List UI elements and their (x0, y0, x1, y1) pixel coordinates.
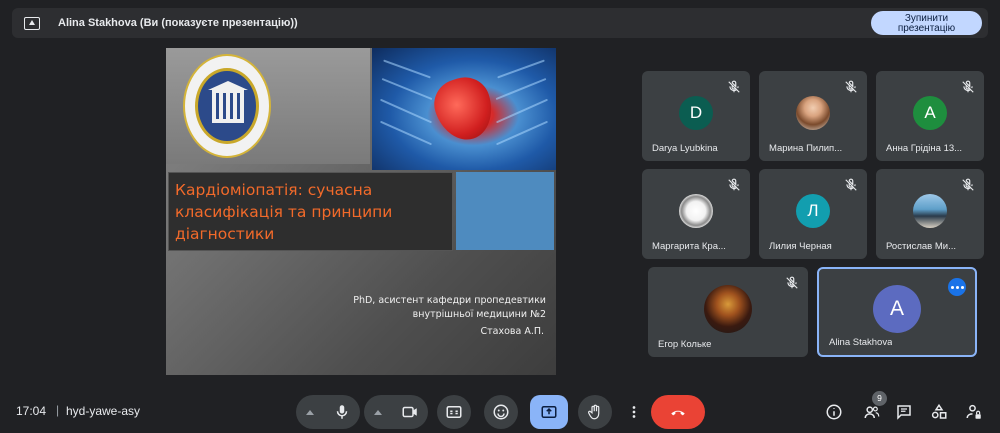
presentation-slide: Кардіоміопатія: сучасна класифікація та … (166, 48, 556, 375)
meeting-details-button[interactable] (822, 400, 846, 424)
hand-icon (588, 404, 600, 420)
info-icon (826, 404, 842, 420)
captions-button[interactable] (437, 395, 471, 429)
lock-person-icon (966, 404, 981, 419)
microphone-control[interactable] (296, 395, 360, 429)
participant-tile[interactable]: Егор Кольке (648, 267, 808, 357)
stop-presenting-button[interactable]: Зупинити презентацію (871, 11, 982, 35)
presentation-banner: Alina Stakhova (Ви (показуєте презентаці… (12, 8, 988, 38)
heart-icon (427, 70, 501, 148)
chat-icon (897, 405, 911, 420)
participant-name: Alina Stakhova (829, 337, 893, 348)
host-controls-button[interactable] (962, 400, 986, 424)
hang-up-icon (671, 410, 685, 416)
reactions-button[interactable] (484, 395, 518, 429)
stop-label-line2: презентацію (897, 23, 956, 34)
chat-button[interactable] (892, 400, 916, 424)
participant-name: Егор Кольке (658, 339, 712, 350)
emoji-icon (493, 404, 509, 420)
presenter-title: Alina Stakhova (Ви (показуєте презентаці… (58, 17, 298, 29)
end-call-button[interactable] (651, 395, 705, 429)
slide-title: Кардіоміопатія: сучасна класифікація та … (175, 181, 393, 243)
captions-icon (446, 406, 462, 418)
mic-off-icon (845, 178, 857, 191)
user-photo-avatar (796, 96, 830, 131)
heart-anatomy-image (372, 48, 556, 170)
activities-button[interactable] (927, 400, 951, 424)
raise-hand-button[interactable] (578, 395, 612, 429)
avatar: A (913, 96, 947, 131)
mic-off-icon (786, 276, 798, 289)
avatar: A (873, 285, 921, 334)
shapes-icon (931, 403, 947, 419)
slide-accent-block (456, 172, 554, 250)
author-name: Стахова А.П. (480, 326, 544, 337)
slide-author-info: PhD, асистент кафедри пропедевтики внутр… (286, 294, 546, 322)
chevron-up-icon[interactable] (306, 409, 314, 415)
mic-off-icon (728, 178, 740, 191)
mic-off-icon (845, 80, 857, 93)
user-photo-avatar (679, 194, 713, 229)
participants-count-badge: 9 (872, 391, 887, 406)
avatar: D (679, 96, 713, 131)
participant-tile[interactable]: Марина Пилип... (759, 71, 867, 161)
participant-name: Лилия Черная (769, 241, 832, 252)
slide-title-box: Кардіоміопатія: сучасна класифікація та … (168, 172, 453, 251)
author-line-1: PhD, асистент кафедри пропедевтики (353, 295, 546, 306)
microphone-icon[interactable] (333, 403, 351, 421)
participant-tile[interactable]: Л Лилия Черная (759, 169, 867, 259)
chevron-up-icon[interactable] (374, 409, 382, 415)
participant-tile[interactable]: D Darya Lyubkina (642, 71, 750, 161)
participant-name: Анна Грідіна 13... (886, 143, 963, 154)
participant-name: Маргарита Кра... (652, 241, 726, 252)
more-vert-icon (632, 406, 636, 418)
avatar: Л (796, 194, 830, 229)
more-options-button[interactable] (948, 278, 966, 296)
user-photo-avatar (704, 285, 752, 334)
present-now-button[interactable] (530, 395, 568, 429)
participant-tile[interactable]: A Анна Грідіна 13... (876, 71, 984, 161)
camera-icon[interactable] (401, 403, 419, 421)
user-photo-avatar (913, 194, 947, 229)
university-seal-icon (183, 54, 271, 158)
author-line-2: внутрішньої медицини №2 (412, 309, 546, 320)
meeting-code: hyd-yawe-asy (66, 404, 141, 418)
present-screen-icon (24, 16, 40, 30)
participant-name: Ростислав Ми... (886, 241, 957, 252)
participant-tile[interactable]: Маргарита Кра... (642, 169, 750, 259)
present-screen-icon (541, 406, 557, 418)
clock: 17:04 (16, 404, 47, 418)
mic-off-icon (728, 80, 740, 93)
camera-control[interactable] (364, 395, 428, 429)
mic-off-icon (962, 80, 974, 93)
participant-name: Марина Пилип... (769, 143, 843, 154)
self-participant-tile[interactable]: A Alina Stakhova (817, 267, 977, 357)
participant-tile[interactable]: Ростислав Ми... (876, 169, 984, 259)
slide-logo-area (166, 48, 370, 164)
more-options-button[interactable] (624, 395, 644, 429)
mic-off-icon (962, 178, 974, 191)
separator: | (56, 403, 60, 417)
participant-name: Darya Lyubkina (652, 143, 718, 154)
